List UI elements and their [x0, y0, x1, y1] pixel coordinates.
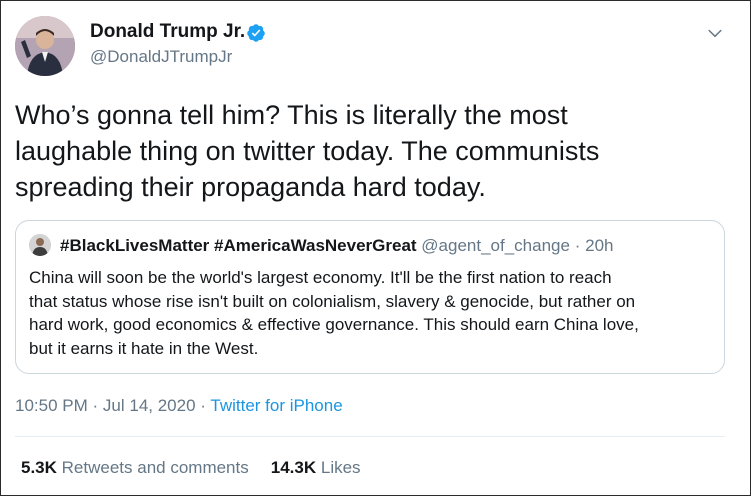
retweets-count: 5.3K	[21, 458, 57, 477]
tweet-card: Donald Trump Jr. @DonaldJTrumpJr Who’s g…	[0, 0, 751, 496]
author-handle[interactable]: @DonaldJTrumpJr	[90, 47, 232, 67]
quoted-author-name[interactable]: #BlackLivesMatter #AmericaWasNeverGreat	[60, 236, 417, 255]
quoted-tweet[interactable]: #BlackLivesMatter #AmericaWasNeverGreat …	[15, 220, 725, 374]
quoted-timestamp[interactable]: 20h	[585, 236, 613, 255]
tweet-source-link[interactable]: Twitter for iPhone	[210, 396, 342, 415]
tweet-stats: 5.3K Retweets and comments 14.3K Likes	[21, 458, 361, 478]
quoted-text: China will soon be the world's largest e…	[29, 268, 639, 358]
quoted-separator: ·	[574, 236, 581, 255]
meta-separator: ·	[92, 396, 99, 415]
author-name[interactable]: Donald Trump Jr.	[90, 21, 245, 43]
retweets-label: Retweets and comments	[61, 458, 249, 477]
likes-stat[interactable]: 14.3K Likes	[271, 458, 361, 477]
quoted-header: #BlackLivesMatter #AmericaWasNeverGreat …	[60, 235, 613, 257]
quoted-author-handle[interactable]: @agent_of_change	[421, 236, 570, 255]
meta-separator: ·	[200, 396, 206, 415]
likes-label: Likes	[320, 458, 361, 477]
tweet-time[interactable]: 10:50 PM	[15, 396, 88, 415]
quoted-avatar-image	[29, 234, 51, 256]
divider	[15, 436, 725, 437]
tweet-date[interactable]: Jul 14, 2020	[103, 396, 196, 415]
author-avatar[interactable]	[15, 16, 75, 76]
tweet-text: Who’s gonna tell him? This is literally …	[15, 100, 600, 202]
quoted-avatar[interactable]	[29, 234, 51, 256]
likes-count: 14.3K	[270, 458, 317, 477]
author-avatar-image	[15, 16, 75, 76]
tweet-meta: 10:50 PM · Jul 14, 2020 · Twitter for iP…	[15, 396, 343, 416]
verified-badge-icon	[247, 24, 265, 42]
retweets-stat[interactable]: 5.3K Retweets and comments	[21, 458, 249, 477]
chevron-down-icon[interactable]	[705, 23, 725, 43]
